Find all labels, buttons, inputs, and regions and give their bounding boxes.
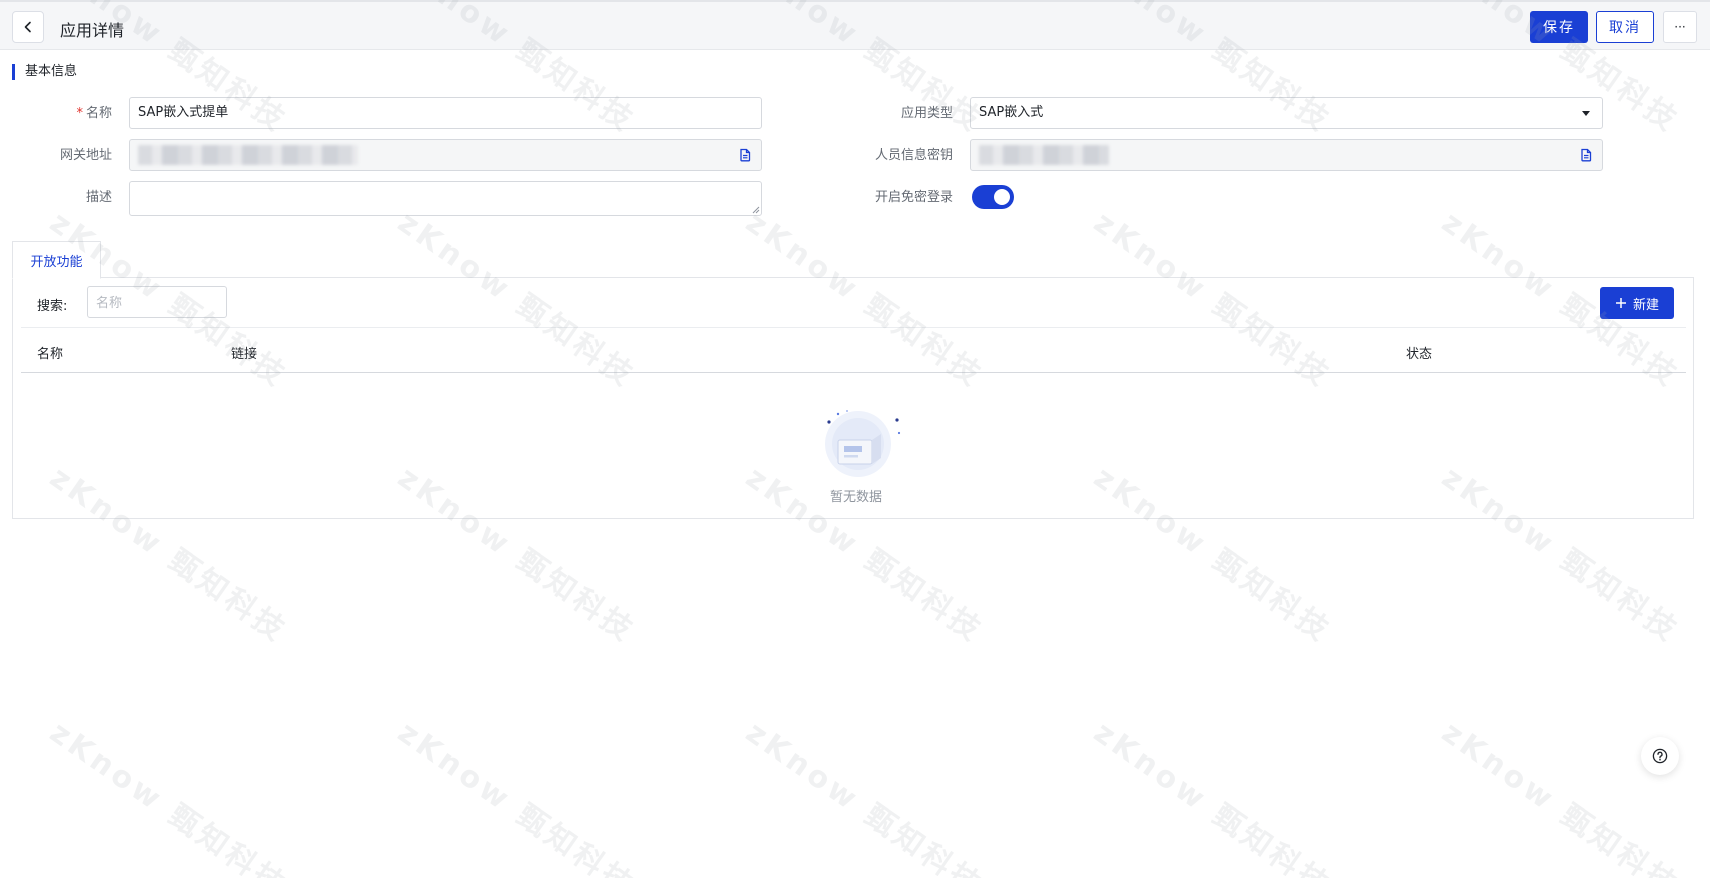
- more-button[interactable]: ···: [1663, 11, 1697, 43]
- name-label-text: 名称: [85, 106, 112, 121]
- empty-state: 暂无数据: [811, 398, 901, 505]
- back-button[interactable]: [12, 11, 44, 43]
- help-button[interactable]: [1641, 737, 1679, 775]
- description-textarea[interactable]: [129, 181, 762, 216]
- passwordless-label: 开启免密登录: [874, 190, 953, 205]
- cancel-button[interactable]: 取消: [1596, 11, 1654, 43]
- plus-icon: [1615, 298, 1626, 308]
- redacted-value: [138, 145, 358, 165]
- app-type-select[interactable]: SAP嵌入式: [970, 97, 1603, 129]
- page-title: 应用详情: [60, 21, 125, 40]
- personnel-key-field: [970, 139, 1603, 171]
- page-header: 应用详情 保存 取消 ···: [0, 0, 1710, 50]
- functions-panel: 搜索: 新建 名称 链接 状态 暂无数据: [12, 277, 1694, 519]
- description-label: 描述: [85, 190, 112, 205]
- app-type-label: 应用类型: [900, 106, 953, 121]
- question-circle-icon: [1652, 748, 1668, 764]
- redacted-value: [979, 145, 1109, 165]
- search-input[interactable]: [87, 286, 227, 318]
- new-button[interactable]: 新建: [1600, 287, 1674, 319]
- watermark-text: zKnow 甄知科技: [1087, 714, 1338, 878]
- name-label: * 名称: [12, 106, 112, 122]
- column-header-link[interactable]: 链接: [231, 343, 257, 362]
- table-header: 名称 链接 状态: [21, 327, 1686, 373]
- personnel-key-label: 人员信息密钥: [874, 148, 953, 163]
- copy-icon[interactable]: [737, 147, 753, 163]
- watermark-text: zKnow 甄知科技: [739, 714, 990, 878]
- gateway-field: [129, 139, 762, 171]
- resize-grip-icon[interactable]: [752, 206, 760, 214]
- section-title-basic-info: 基本信息: [12, 64, 77, 80]
- required-mark: *: [76, 106, 83, 121]
- tab-open-functions[interactable]: 开放功能: [12, 241, 101, 279]
- column-header-status[interactable]: 状态: [1406, 343, 1432, 362]
- gateway-label: 网关地址: [59, 148, 112, 163]
- app-type-value: SAP嵌入式: [979, 105, 1044, 120]
- caret-down-icon: [1582, 111, 1590, 116]
- toggle-knob: [994, 189, 1010, 205]
- new-button-label: 新建: [1632, 297, 1659, 313]
- empty-text: 暂无数据: [829, 490, 882, 505]
- chevron-left-icon: [24, 21, 31, 33]
- search-label: 搜索:: [37, 299, 68, 314]
- passwordless-toggle[interactable]: [972, 185, 1014, 209]
- watermark-text: zKnow 甄知科技: [43, 714, 294, 878]
- empty-box-icon: [825, 410, 901, 477]
- column-header-name[interactable]: 名称: [37, 343, 63, 362]
- more-icon: ···: [1674, 20, 1686, 34]
- copy-icon[interactable]: [1578, 147, 1594, 163]
- save-button[interactable]: 保存: [1530, 11, 1588, 43]
- watermark-text: zKnow 甄知科技: [391, 714, 642, 878]
- watermark-text: zKnow 甄知科技: [1435, 714, 1686, 878]
- name-input[interactable]: SAP嵌入式提单: [129, 97, 762, 129]
